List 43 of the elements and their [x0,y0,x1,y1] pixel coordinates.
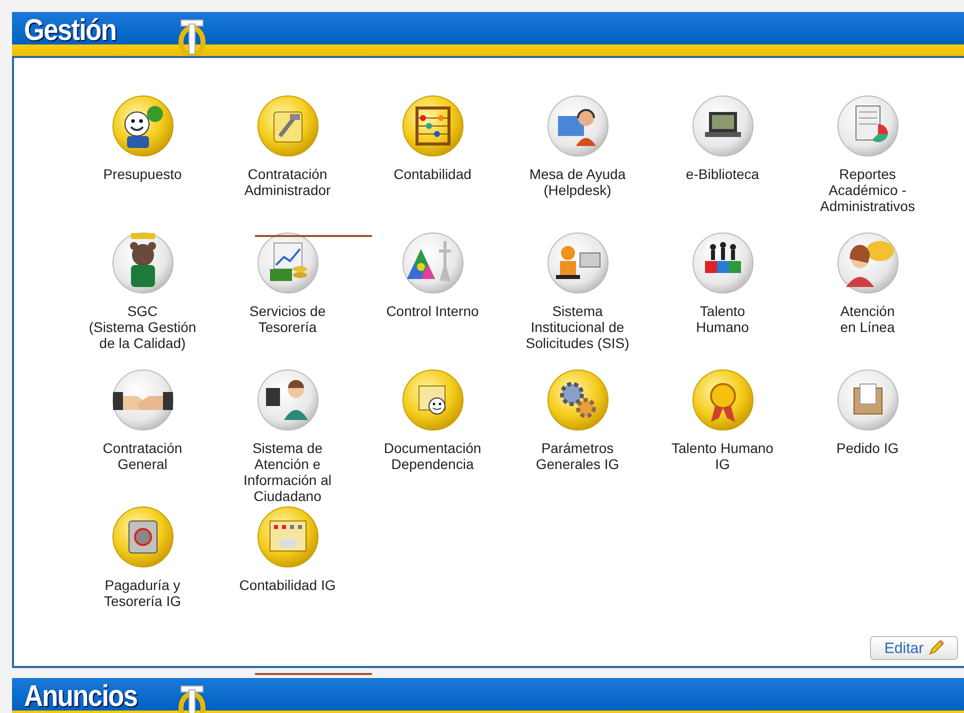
laptop-icon[interactable] [690,94,754,158]
chat-person-icon[interactable] [836,231,900,295]
app-label[interactable]: Documentación Dependencia [384,440,482,472]
report-chart-icon[interactable] [836,94,900,158]
app-label[interactable]: Sistema Institucional de Solicitudes (SIS) [526,303,630,351]
app-label[interactable]: Contratación Administrador [244,166,331,198]
calculator-icon[interactable] [256,505,320,569]
bear-icon[interactable] [110,231,174,295]
medal-icon[interactable] [690,368,754,432]
app-label[interactable]: SGC (Sistema Gestión de la Calidad) [88,303,196,351]
app-label[interactable]: Servicios de Tesorería [249,303,326,335]
person-computer-icon[interactable] [256,368,320,432]
section-title: Anuncios [24,680,138,713]
app-label[interactable]: Sistema de Atención e Información al Ciudadano [244,440,332,504]
person-desk-icon[interactable] [546,231,610,295]
app-label[interactable]: Presupuesto [103,166,182,182]
headset-person-icon[interactable] [546,94,610,158]
edit-button[interactable]: Editar [870,636,958,660]
coins-chart-icon[interactable] [256,231,320,295]
logo-icon [176,684,208,713]
app-label[interactable]: Contabilidad IG [239,577,336,593]
abacus-icon[interactable] [400,94,464,158]
app-label[interactable]: Talento Humano [696,303,749,335]
app-label[interactable]: e-Biblioteca [686,166,760,182]
app-label[interactable]: Parámetros Generales IG [536,440,620,472]
app-label[interactable]: Pagaduría y Tesorería IG [104,577,182,609]
triangle-figure-icon[interactable] [400,231,464,295]
handshake-icon[interactable] [110,368,174,432]
box-icon[interactable] [836,368,900,432]
app-label[interactable]: Control Interno [386,303,479,319]
gears-icon[interactable] [546,368,610,432]
app-label[interactable]: Atención en Línea [840,303,895,335]
pencil-icon [928,640,944,656]
document-icon[interactable] [400,368,464,432]
app-label[interactable]: Pedido IG [836,440,899,456]
app-label[interactable]: Reportes Académico - Administrativos [820,166,915,214]
section-title: Gestión [24,14,116,48]
app-label[interactable]: Contabilidad [394,166,472,182]
app-label[interactable]: Contratación General [102,440,182,472]
app-label[interactable]: Mesa de Ayuda (Helpdesk) [529,166,626,198]
puzzle-people-icon[interactable] [690,231,754,295]
app-label[interactable]: Talento Humano IG [672,440,774,472]
safe-icon[interactable] [110,505,174,569]
